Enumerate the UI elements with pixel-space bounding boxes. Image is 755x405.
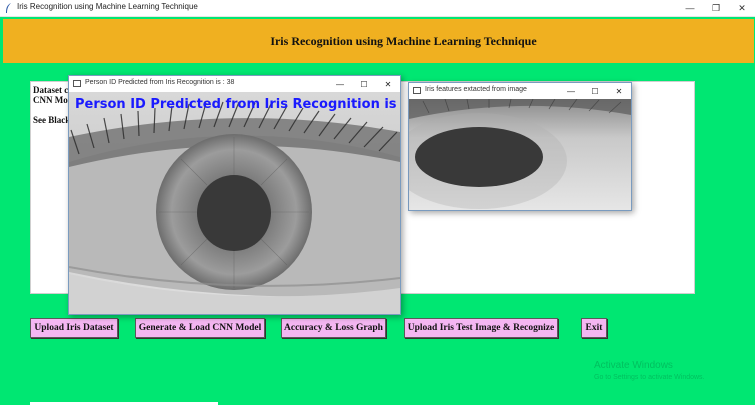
iris-features-image: [409, 99, 631, 210]
text-line: Dataset co: [33, 85, 73, 95]
feather-icon: [6, 3, 11, 13]
window-title: Iris Recognition using Machine Learning …: [17, 2, 198, 11]
header-band: Iris Recognition using Machine Learning …: [3, 19, 754, 63]
app-heading: Iris Recognition using Machine Learning …: [270, 33, 537, 48]
features-window-controls: — ☐ ✕: [559, 83, 631, 99]
iris-eye-image: [69, 92, 400, 314]
activation-watermark-title: Activate Windows: [594, 360, 673, 371]
generate-load-cnn-button[interactable]: Generate & Load CNN Model: [135, 318, 265, 338]
close-button[interactable]: ✕: [607, 83, 631, 99]
maximize-button[interactable]: ☐: [583, 83, 607, 99]
prediction-window-title: Person ID Predicted from Iris Recognitio…: [85, 79, 235, 86]
window-icon: [413, 87, 421, 94]
window-controls: — ❐ ✕: [677, 0, 755, 16]
prediction-window[interactable]: Person ID Predicted from Iris Recognitio…: [68, 75, 401, 315]
upload-test-image-recognize-button[interactable]: Upload Iris Test Image & Recognize: [404, 318, 558, 338]
minimize-button[interactable]: —: [328, 76, 352, 92]
exit-button[interactable]: Exit: [581, 318, 607, 338]
close-button[interactable]: ✕: [729, 0, 755, 16]
restore-button[interactable]: ❐: [703, 0, 729, 16]
minimize-button[interactable]: —: [559, 83, 583, 99]
main-titlebar: Iris Recognition using Machine Learning …: [0, 0, 755, 17]
features-window[interactable]: Iris features extacted from image — ☐ ✕: [408, 82, 632, 211]
predicted-id-overlay-text: Person ID Predicted from Iris Recognitio…: [75, 97, 401, 112]
maximize-button[interactable]: ☐: [352, 76, 376, 92]
features-window-titlebar[interactable]: Iris features extacted from image — ☐ ✕: [409, 83, 631, 99]
minimize-button[interactable]: —: [677, 0, 703, 16]
text-line: CNN Mod: [33, 95, 73, 105]
accuracy-loss-graph-button[interactable]: Accuracy & Loss Graph: [281, 318, 386, 338]
prediction-window-titlebar[interactable]: Person ID Predicted from Iris Recognitio…: [69, 76, 400, 92]
upload-iris-dataset-button[interactable]: Upload Iris Dataset: [30, 318, 118, 338]
prediction-window-controls: — ☐ ✕: [328, 76, 400, 92]
text-line: See Black: [33, 115, 71, 125]
activation-watermark-subtitle: Go to Settings to activate Windows.: [594, 374, 705, 381]
features-window-title: Iris features extacted from image: [425, 86, 527, 93]
window-icon: [73, 80, 81, 87]
close-button[interactable]: ✕: [376, 76, 400, 92]
